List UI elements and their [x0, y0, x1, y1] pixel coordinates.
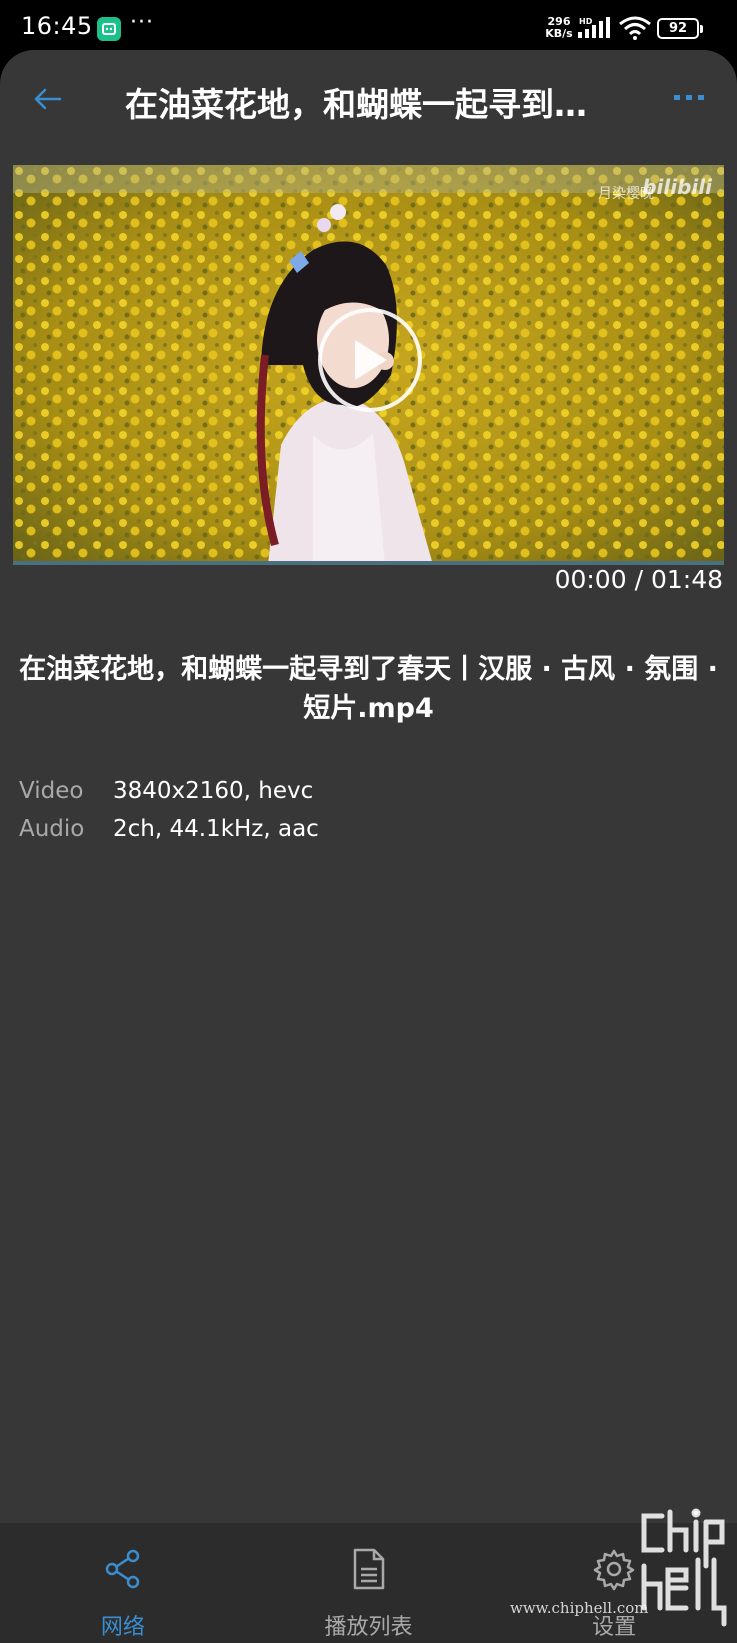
- more-dots-icon[interactable]: [670, 85, 710, 111]
- battery-icon: 92: [657, 18, 703, 39]
- nav-label: 网络: [100, 1615, 145, 1640]
- chiphell-logo-watermark: [641, 1508, 727, 1627]
- app-surface: 在油菜花地，和蝴蝶一起寻到… bilibili 月染樱晚 00:00 / 01:…: [0, 50, 737, 1643]
- duration: 01:48: [650, 565, 723, 594]
- back-arrow-icon[interactable]: [30, 84, 66, 114]
- meta-row-audio: Audio 2ch, 44.1kHz, aac: [19, 810, 319, 848]
- media-info: Video 3840x2160, hevc Audio 2ch, 44.1kHz…: [19, 772, 319, 848]
- nav-label: 播放列表: [324, 1615, 413, 1640]
- nav-item-network[interactable]: 网络: [0, 1523, 246, 1643]
- playlist-document-icon: [353, 1548, 384, 1590]
- status-time: 16:45: [21, 12, 93, 40]
- meta-value: 2ch, 44.1kHz, aac: [113, 816, 319, 842]
- time-separator: /: [634, 565, 643, 594]
- chiphell-url-watermark: www.chiphell.com: [510, 1599, 649, 1617]
- network-speed-unit: KB/s: [545, 27, 573, 40]
- play-icon: [355, 340, 387, 380]
- meta-value: 3840x2160, hevc: [113, 778, 314, 804]
- signal-hd-tag: HD: [579, 17, 593, 26]
- meta-key: Audio: [19, 816, 85, 842]
- meta-row-video: Video 3840x2160, hevc: [19, 772, 319, 810]
- video-player[interactable]: bilibili 月染樱晚: [13, 165, 724, 565]
- play-button[interactable]: [318, 308, 422, 412]
- signal-icon: HD: [578, 17, 610, 38]
- page-title: 在油菜花地，和蝴蝶一起寻到…: [125, 85, 587, 124]
- app-header: 在油菜花地，和蝴蝶一起寻到…: [0, 50, 737, 150]
- share-network-icon: [105, 1549, 140, 1589]
- bottom-nav: 网络 播放列表 设置: [0, 1523, 737, 1643]
- notification-dots: ···: [130, 10, 154, 35]
- file-title: 在油菜花地，和蝴蝶一起寻到了春天丨汉服 · 古风 · 氛围 · 短片.mp4: [19, 654, 718, 724]
- gear-icon: [593, 1549, 635, 1591]
- network-speed: 296 KB/s: [544, 16, 574, 40]
- meta-key: Video: [19, 778, 84, 804]
- status-bar: 16:45 ··· 296 KB/s HD 92: [0, 0, 737, 52]
- uploader-watermark: 月染樱晚: [598, 186, 654, 202]
- playback-time: 00:00 / 01:48: [555, 565, 723, 594]
- wifi-icon: [619, 16, 651, 40]
- mi-home-icon: [97, 17, 121, 41]
- battery-level: 92: [668, 21, 688, 36]
- current-time: 00:00: [554, 565, 627, 594]
- nav-item-playlist[interactable]: 播放列表: [246, 1523, 492, 1643]
